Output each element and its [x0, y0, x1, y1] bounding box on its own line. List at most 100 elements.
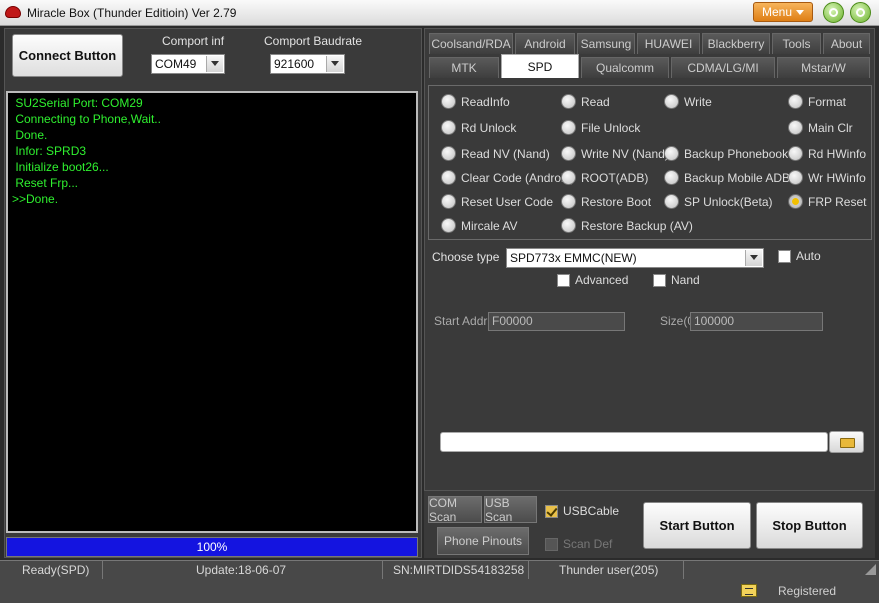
radio-file-unlock[interactable]: File Unlock	[561, 120, 640, 135]
log-console[interactable]: SU2Serial Port: COM29 Connecting to Phon…	[6, 91, 418, 533]
chevron-down-icon[interactable]	[326, 56, 343, 72]
comport-select[interactable]: COM49	[151, 54, 225, 74]
chevron-down-icon[interactable]	[206, 56, 223, 72]
tab-cdma-lg-mi[interactable]: CDMA/LG/MI	[671, 57, 775, 78]
usbcable-checkbox[interactable]: USBCable	[545, 504, 619, 518]
checkbox-label: Advanced	[575, 273, 629, 287]
tab-spd[interactable]: SPD	[501, 54, 579, 78]
resize-grip-icon[interactable]	[865, 564, 876, 575]
checkbox-label: Scan Def	[563, 537, 613, 551]
close-button[interactable]	[850, 2, 871, 23]
radio-format[interactable]: Format	[788, 94, 846, 109]
checkbox-box	[545, 537, 558, 551]
status-state: Ready(SPD)	[0, 561, 103, 579]
tab-mstar-w[interactable]: Mstar/W	[777, 57, 870, 78]
radio-label: File Unlock	[581, 120, 641, 135]
tab-blackberry[interactable]: Blackberry	[702, 33, 770, 54]
radio-read[interactable]: Read	[561, 94, 610, 109]
radio-label: Write	[684, 94, 712, 109]
connect-button[interactable]: Connect Button	[12, 34, 123, 77]
scan-def-checkbox[interactable]: Scan Def	[545, 537, 612, 551]
baud-select[interactable]: 921600	[270, 54, 345, 74]
tab-samsung[interactable]: Samsung	[577, 33, 635, 54]
radio-label: Backup Mobile ADB	[684, 170, 791, 185]
size-input[interactable]: 100000	[690, 312, 823, 331]
progress-label: 100%	[196, 540, 228, 554]
radio-backup-mobile-adb[interactable]: Backup Mobile ADB	[664, 170, 790, 185]
radio-dot-icon	[441, 218, 456, 233]
radio-dot-icon	[788, 120, 803, 135]
app-logo-icon	[5, 6, 21, 18]
radio-reset-user-code[interactable]: Reset User Code	[441, 194, 553, 209]
radio-write-nv-nand[interactable]: Write NV (Nand)	[561, 146, 669, 161]
radio-clear-code-android[interactable]: Clear Code (Android)	[441, 170, 574, 185]
tab-mtk[interactable]: MTK	[429, 57, 499, 78]
radio-main-clr[interactable]: Main Clr	[788, 120, 853, 135]
radio-rd-hwinfo[interactable]: Rd HWinfo	[788, 146, 866, 161]
file-path-input[interactable]	[440, 432, 828, 452]
radio-restore-backup-av[interactable]: Restore Backup (AV)	[561, 218, 693, 233]
checkbox-box	[778, 249, 791, 263]
radio-restore-boot[interactable]: Restore Boot	[561, 194, 651, 209]
radio-write[interactable]: Write	[664, 94, 712, 109]
registration-icon	[741, 584, 757, 597]
radio-dot-icon	[561, 170, 576, 185]
status-user: Thunder user(205)	[529, 561, 684, 579]
radio-label: SP Unlock(Beta)	[684, 194, 773, 209]
radio-dot-icon	[441, 94, 456, 109]
com-scan-button[interactable]: COM Scan	[428, 496, 482, 524]
radio-mircale-av[interactable]: Mircale AV	[441, 218, 517, 233]
log-line: Initialize boot26...	[12, 160, 109, 174]
tab-tools[interactable]: Tools	[772, 33, 821, 54]
status-serial: SN:MIRTDIDS54183258	[383, 561, 529, 579]
phone-pinouts-button[interactable]: Phone Pinouts	[437, 527, 529, 555]
radio-label: Restore Backup (AV)	[581, 218, 693, 233]
start-button[interactable]: Start Button	[643, 502, 751, 549]
usb-scan-button[interactable]: USB Scan	[484, 496, 537, 524]
checkbox-label: Auto	[796, 249, 821, 263]
status-update: Update:18-06-07	[103, 561, 383, 579]
chevron-down-icon[interactable]	[745, 250, 762, 266]
start-addr-input[interactable]: F00000	[488, 312, 625, 331]
radio-dot-icon	[788, 194, 803, 209]
log-line: >>Done.	[12, 192, 59, 206]
tab-coolsand-rda[interactable]: Coolsand/RDA	[429, 33, 513, 54]
tab-about[interactable]: About	[823, 33, 870, 54]
radio-frp-reset[interactable]: FRP Reset	[788, 194, 866, 209]
radio-label: Backup Phonebook	[684, 146, 789, 161]
radio-label: ReadInfo	[461, 94, 510, 109]
radio-label: Mircale AV	[461, 218, 518, 233]
radio-label: Read NV (Nand)	[461, 146, 550, 161]
radio-dot-icon	[561, 194, 576, 209]
radio-wr-hwinfo[interactable]: Wr HWinfo	[788, 170, 866, 185]
tab-huawei[interactable]: HUAWEI	[637, 33, 700, 54]
chip-type-select[interactable]: SPD773x EMMC(NEW)	[506, 248, 764, 268]
stop-button[interactable]: Stop Button	[756, 502, 863, 549]
radio-dot-icon	[441, 120, 456, 135]
menu-label: Menu	[761, 5, 793, 19]
minimize-button[interactable]	[823, 2, 844, 23]
radio-label: ROOT(ADB)	[581, 170, 649, 185]
radio-dot-icon	[664, 146, 679, 161]
advanced-checkbox[interactable]: Advanced	[557, 273, 628, 287]
nand-checkbox[interactable]: Nand	[653, 273, 700, 287]
radio-readinfo[interactable]: ReadInfo	[441, 94, 510, 109]
radio-backup-phonebook[interactable]: Backup Phonebook	[664, 146, 788, 161]
radio-dot-icon	[788, 170, 803, 185]
radio-read-nv-nand[interactable]: Read NV (Nand)	[441, 146, 550, 161]
radio-root-adb[interactable]: ROOT(ADB)	[561, 170, 648, 185]
browse-button[interactable]	[829, 431, 864, 453]
radio-sp-unlock-beta[interactable]: SP Unlock(Beta)	[664, 194, 772, 209]
radio-dot-icon	[441, 170, 456, 185]
radio-rd-unlock[interactable]: Rd Unlock	[441, 120, 516, 135]
choose-type-label: Choose type	[432, 250, 500, 264]
tab-android[interactable]: Android	[515, 33, 575, 54]
checkbox-box	[545, 504, 558, 518]
title-bar: Miracle Box (Thunder Editioin) Ver 2.79 …	[0, 0, 879, 26]
tab-qualcomm[interactable]: Qualcomm	[581, 57, 669, 78]
radio-dot-icon	[561, 146, 576, 161]
menu-button[interactable]: Menu	[753, 2, 813, 22]
auto-checkbox[interactable]: Auto	[778, 249, 821, 263]
log-line: SU2Serial Port: COM29	[12, 96, 143, 110]
radio-label: FRP Reset	[808, 194, 867, 209]
